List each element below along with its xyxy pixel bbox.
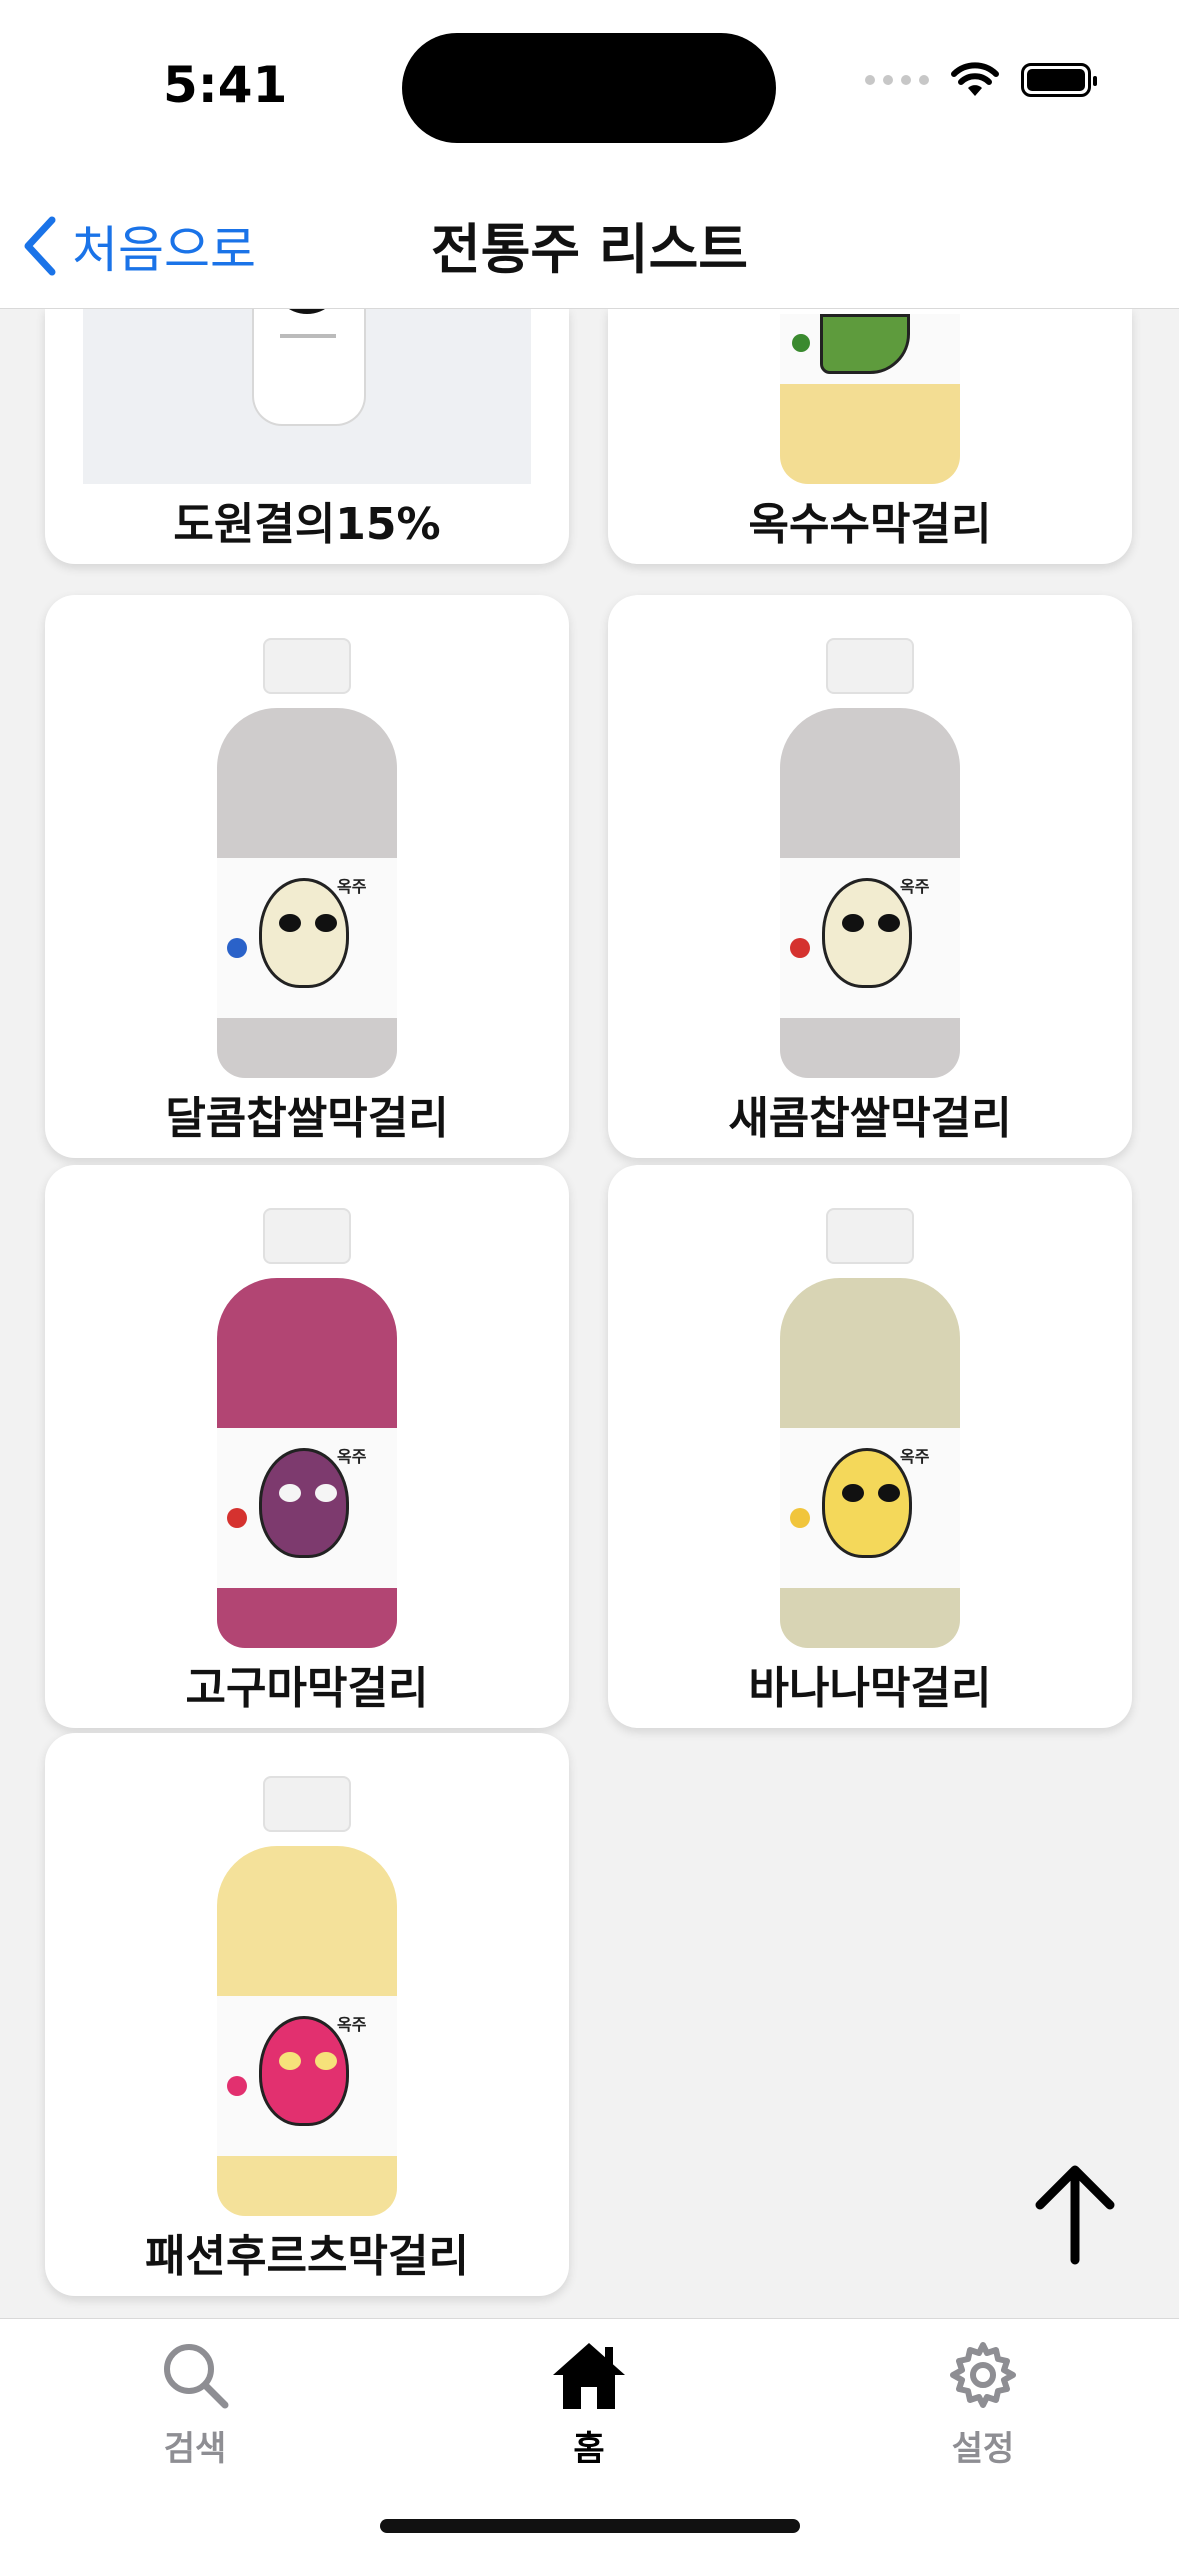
product-image: 옥주 (45, 595, 569, 1078)
product-card[interactable]: 도원결의15% (45, 308, 569, 564)
product-image (83, 308, 531, 484)
product-name: 고구마막걸리 (185, 1663, 429, 1714)
product-name: 새콤찹쌀막걸리 (728, 1093, 1012, 1144)
product-card[interactable]: 옥주 고구마막걸리 (45, 1165, 569, 1728)
tab-home-label: 홈 (573, 2429, 605, 2469)
product-name: 달콤찹쌀막걸리 (165, 1093, 449, 1144)
product-image: 옥주 (608, 1165, 1132, 1648)
dynamic-island (402, 33, 776, 143)
product-name: 바나나막걸리 (748, 1663, 992, 1714)
product-card[interactable]: 옥주 새콤찹쌀막걸리 (608, 595, 1132, 1158)
tab-search-label: 검색 (163, 2429, 227, 2469)
product-image (608, 308, 1132, 484)
arrow-up-icon (1035, 2165, 1115, 2265)
home-icon (553, 2343, 625, 2409)
product-card[interactable]: 옥주 바나나막걸리 (608, 1165, 1132, 1728)
product-card[interactable]: 옥주 달콤찹쌀막걸리 (45, 595, 569, 1158)
navigation-header: 5:41 처음으로 전통주 리스트 (0, 0, 1179, 309)
status-time: 5:41 (163, 56, 288, 114)
tab-settings-label: 설정 (951, 2429, 1015, 2469)
home-indicator (380, 2519, 800, 2533)
battery-icon (1021, 63, 1097, 97)
product-card[interactable]: 옥주 패션후르츠막걸리 (45, 1733, 569, 2296)
product-image: 옥주 (608, 595, 1132, 1078)
product-image: 옥주 (45, 1165, 569, 1648)
product-name: 옥수수막걸리 (748, 499, 992, 550)
tab-bar: 검색 홈 설정 (0, 2318, 1179, 2557)
gear-icon (950, 2342, 1016, 2408)
product-card[interactable]: 옥수수막걸리 (608, 308, 1132, 564)
product-grid: 도원결의15% 옥수수막걸리 옥주 달콤찹쌀막걸리 옥주 새콤찹쌀막걸리 옥주 … (0, 308, 1179, 1728)
product-name: 도원결의15% (173, 499, 441, 550)
search-icon (164, 2344, 229, 2409)
tab-settings[interactable]: 설정 (883, 2339, 1083, 2470)
product-image: 옥주 (45, 1733, 569, 2216)
product-name: 패션후르츠막걸리 (145, 2231, 469, 2282)
tab-search[interactable]: 검색 (95, 2339, 295, 2470)
wifi-icon (951, 62, 999, 96)
cellular-signal-icon (865, 75, 929, 85)
scroll-to-top-button[interactable] (1030, 2160, 1120, 2270)
tab-home[interactable]: 홈 (489, 2339, 689, 2470)
page-title: 전통주 리스트 (431, 218, 748, 281)
status-indicators (865, 62, 1097, 98)
